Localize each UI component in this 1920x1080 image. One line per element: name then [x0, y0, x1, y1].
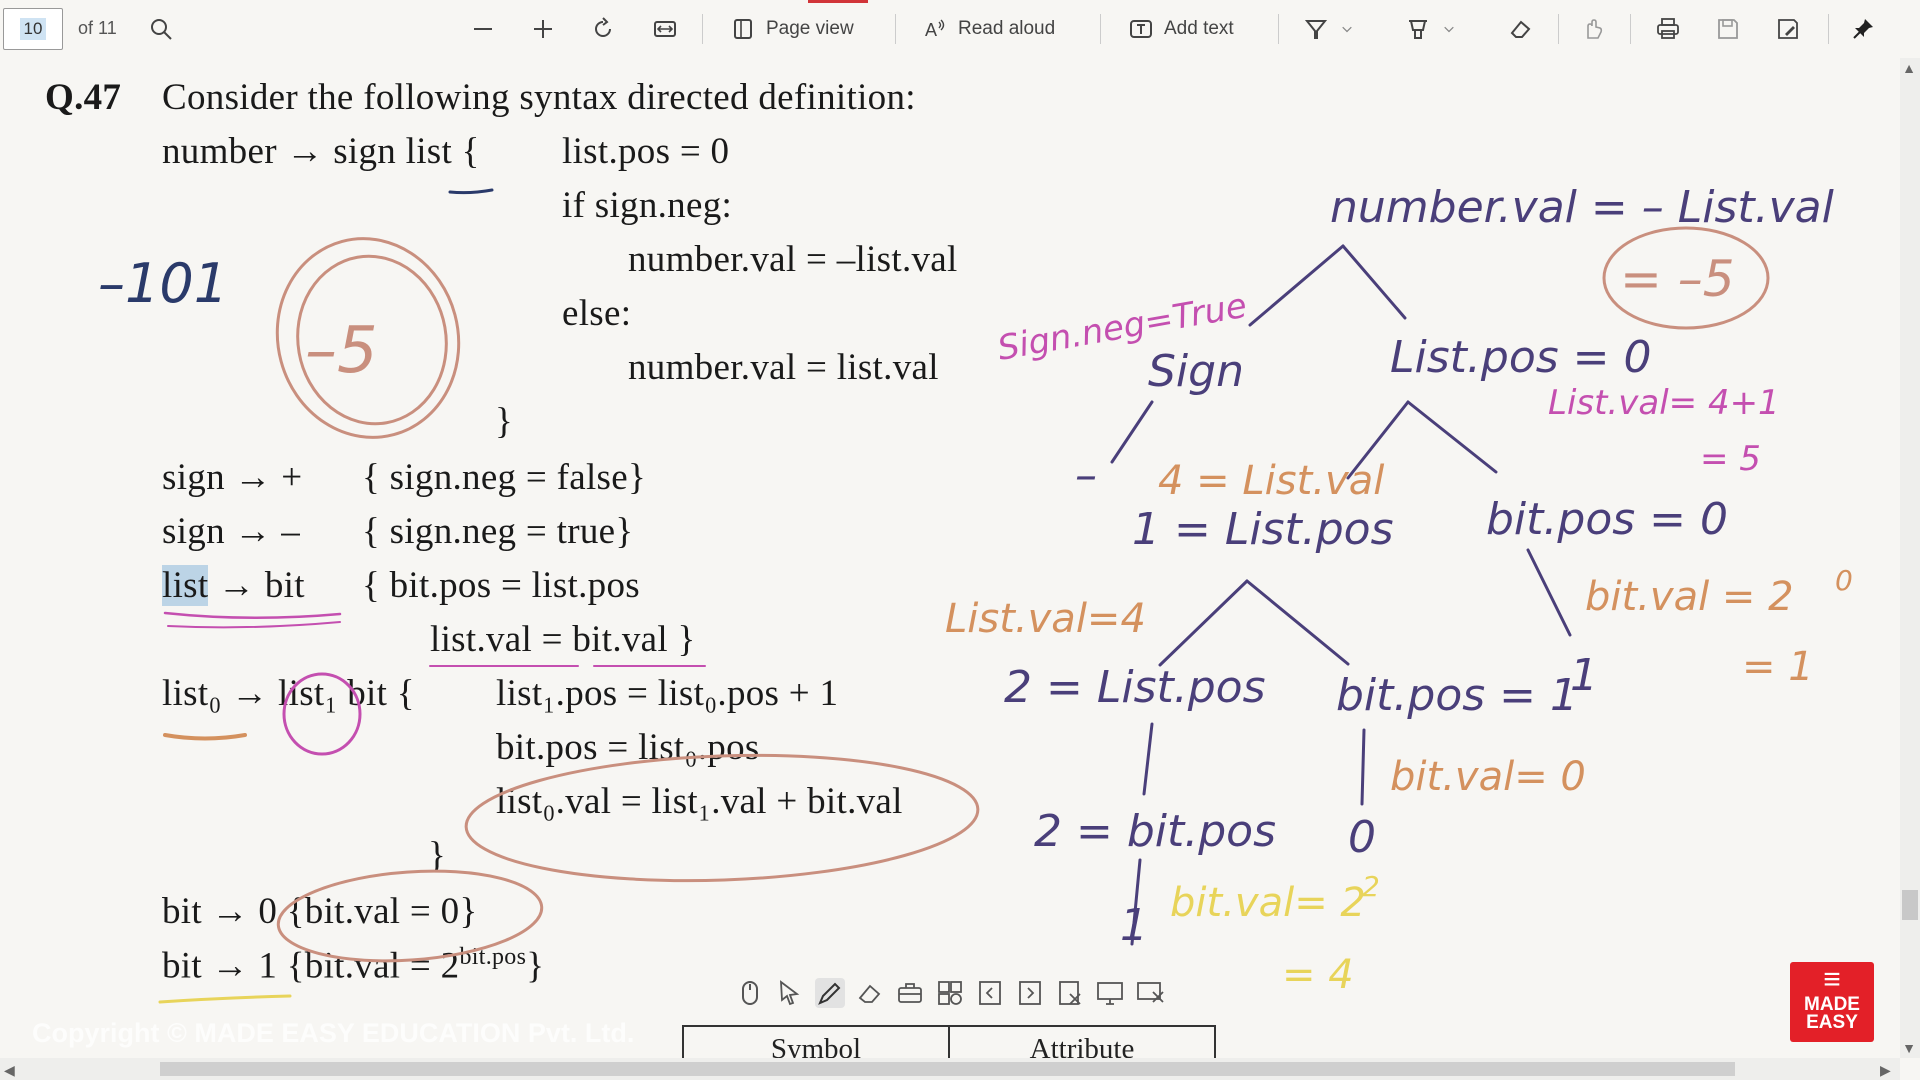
underline-mark: [158, 994, 292, 1004]
scroll-down-arrow-icon[interactable]: ▼: [1902, 1040, 1916, 1056]
rule6-circle: [276, 869, 544, 963]
logo-line2: EASY: [1806, 1012, 1858, 1033]
clear-page-icon[interactable]: [1055, 978, 1085, 1008]
hw-list-val-2: List.val=4: [945, 596, 1146, 642]
hw-digit-0: 0: [1348, 812, 1376, 863]
scroll-left-arrow-icon[interactable]: ◀: [4, 1062, 15, 1079]
hw-bit-val-c2: = 4: [1282, 952, 1354, 998]
tree-edge: [1245, 579, 1350, 666]
symbol-attribute-table-header: Symbol Attribute: [682, 1025, 1216, 1065]
scroll-right-arrow-icon[interactable]: ▶: [1880, 1062, 1891, 1079]
hw-minus: –: [1075, 450, 1097, 501]
eraser-icon[interactable]: [855, 978, 885, 1008]
hw-bit-val-b: bit.val= 0: [1390, 754, 1586, 800]
ink-toolbar: [735, 970, 1195, 1016]
select-arrow-icon[interactable]: [775, 978, 805, 1008]
tree-edge: [1360, 728, 1366, 806]
scroll-up-arrow-icon[interactable]: ▲: [1902, 60, 1916, 76]
hw-list-val-4: 4 = List.val: [1158, 458, 1384, 504]
underline-mark: [163, 611, 342, 619]
column-symbol: Symbol: [684, 1027, 950, 1065]
hw-bit-val-a: bit.val = 2: [1585, 574, 1794, 620]
tree-edge: [1110, 400, 1154, 464]
logo-mark-icon: ≡: [1823, 963, 1841, 996]
ink-annotations: –101 –5 number.val = – List.val Sign – L…: [98, 182, 1853, 1004]
hw-list-pos-1: 1 = List.pos: [1132, 504, 1394, 555]
hw-bit-val-c-exp: 2: [1362, 870, 1380, 903]
hw-number-val: number.val = – List.val: [1330, 182, 1835, 233]
hw-list-pos-2: 2 = List.pos: [1004, 662, 1266, 713]
vertical-scroll-thumb[interactable]: [1902, 890, 1918, 920]
hw-bit-pos-0: bit.pos = 0: [1486, 494, 1728, 545]
hw-bit-pos-1: bit.pos = 1: [1336, 670, 1578, 721]
hw-bit-pos-2: 2 = bit.pos: [1034, 806, 1276, 857]
tree-edge: [1248, 244, 1345, 327]
pen-icon[interactable]: [815, 978, 845, 1008]
underline-mark: [448, 188, 494, 195]
brand-logo: ≡ MADE EASY: [1790, 962, 1874, 1042]
toolbox-icon[interactable]: [895, 978, 925, 1008]
hw-input: –101: [98, 252, 228, 315]
hw-bit-val-c: bit.val= 2: [1170, 880, 1366, 926]
list1-circle: [282, 672, 362, 756]
mouse-icon[interactable]: [735, 978, 765, 1008]
hw-list-pos-0: List.pos = 0: [1390, 332, 1652, 383]
hw-list-val-1b: = 5: [1700, 439, 1761, 479]
close-screen-icon[interactable]: [1135, 978, 1165, 1008]
hw-list-val-1: List.val= 4+1: [1548, 383, 1780, 423]
hw-bit-val-a-exp: 0: [1835, 564, 1853, 597]
copyright-watermark: Copyright © MADE EASY EDUCATION Pvt. Ltd…: [32, 1018, 635, 1048]
screen-icon[interactable]: [1095, 978, 1125, 1008]
hw-bit-val-a2: = 1: [1742, 644, 1814, 690]
shapes-icon[interactable]: [935, 978, 965, 1008]
hw-digit-1a: 1: [1570, 650, 1598, 701]
hw-digit-1b: 1: [1120, 900, 1148, 951]
tree-edge: [1406, 400, 1498, 474]
tree-edge: [1526, 548, 1572, 637]
tree-edge: [1341, 244, 1407, 320]
previous-page-icon[interactable]: [975, 978, 1005, 1008]
rule5-circle: [464, 753, 980, 883]
column-attribute: Attribute: [1029, 1033, 1135, 1065]
hw-number-val-eq: = –5: [1620, 250, 1735, 308]
next-page-icon[interactable]: [1015, 978, 1045, 1008]
tree-edge: [1142, 722, 1154, 796]
hw-sign: Sign: [1148, 346, 1244, 397]
hw-result: –5: [305, 314, 378, 388]
tree-edge: [1158, 579, 1249, 667]
underline-mark: [163, 733, 247, 741]
horizontal-scroll-thumb[interactable]: [160, 1062, 1735, 1076]
underline-mark: [167, 621, 341, 629]
